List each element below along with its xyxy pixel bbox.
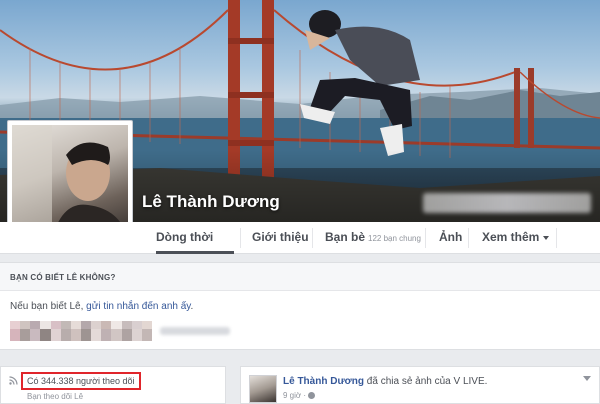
follower-count[interactable]: Có 344.338 người theo dõi	[21, 372, 141, 390]
pixelated-mutual-friends-row	[10, 329, 152, 341]
card-message: Nếu bạn biết Lê, gửi tin nhắn đến anh ấy…	[10, 301, 193, 312]
profile-name[interactable]: Lê Thành Dương	[142, 192, 280, 212]
tab-photos-label: Ảnh	[439, 230, 463, 244]
card-header: BẠN CÓ BIẾT LÊ KHÔNG?	[0, 263, 600, 291]
profile-page: Lê Thành Dương Dòng thời gian Giới thiệu…	[0, 0, 600, 404]
nav-divider	[425, 228, 426, 248]
send-message-link[interactable]: gửi tin nhắn đến anh ấy	[86, 301, 190, 312]
globe-icon	[308, 392, 316, 400]
mutual-friends-count: 122 bạn chung	[368, 234, 421, 243]
followers-card: Có 344.338 người theo dõi Bạn theo dõi L…	[0, 366, 226, 404]
tab-friends[interactable]: Bạn bè 122 bạn chung	[325, 222, 421, 254]
post-options-icon[interactable]	[583, 376, 591, 381]
post-timestamp[interactable]: 9 giờ ·	[283, 391, 316, 400]
message-suffix: .	[190, 301, 194, 312]
post-header: Lê Thành Dương đã chia sẻ ảnh của V LIVE…	[283, 376, 487, 387]
post-author-name[interactable]: Lê Thành Dương	[283, 376, 364, 387]
nav-divider	[312, 228, 313, 248]
tab-timeline[interactable]: Dòng thời gian	[156, 222, 234, 274]
blurred-text	[160, 327, 230, 335]
nav-divider	[240, 228, 241, 248]
tab-about-label: Giới thiệu	[252, 230, 309, 244]
following-status: Bạn theo dõi Lê	[27, 392, 84, 401]
feed-post: Lê Thành Dương đã chia sẻ ảnh của V LIVE…	[240, 366, 600, 404]
post-time-label: 9 giờ ·	[283, 391, 307, 400]
blurred-button	[423, 193, 591, 213]
post-author-avatar[interactable]	[249, 375, 277, 403]
chevron-down-icon	[543, 235, 550, 240]
do-you-know-card: BẠN CÓ BIẾT LÊ KHÔNG? Nếu bạn biết Lê, g…	[0, 262, 600, 350]
tab-about[interactable]: Giới thiệu	[252, 222, 309, 254]
rss-icon	[9, 376, 18, 385]
post-action: đã chia sẻ ảnh của V LIVE.	[364, 376, 488, 387]
nav-divider	[468, 228, 469, 248]
tab-friends-label: Bạn bè	[325, 230, 366, 244]
profile-nav-bar: Dòng thời gian Giới thiệu Bạn bè122 bạn …	[0, 222, 600, 274]
tab-more[interactable]: Xem thêm	[482, 222, 550, 254]
card-title: BẠN CÓ BIẾT LÊ KHÔNG?	[10, 273, 116, 282]
tab-photos[interactable]: Ảnh	[439, 222, 462, 254]
message-prefix: Nếu bạn biết Lê,	[10, 301, 87, 312]
tab-more-label: Xem thêm	[482, 230, 540, 244]
nav-divider	[556, 228, 557, 248]
